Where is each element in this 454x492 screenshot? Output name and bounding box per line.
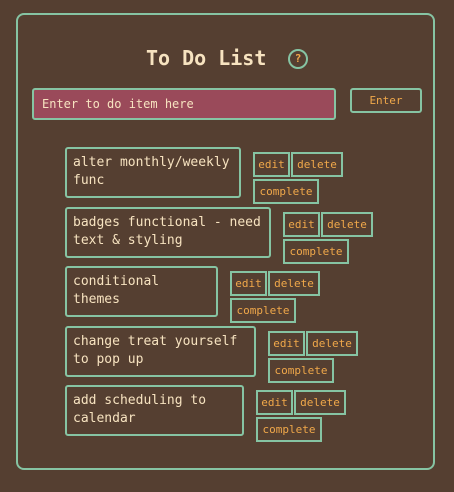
delete-button[interactable]: delete <box>268 271 320 296</box>
enter-button[interactable]: Enter <box>350 88 422 113</box>
todo-item-text: alter monthly/weekly func <box>65 147 241 198</box>
delete-button[interactable]: delete <box>321 212 373 237</box>
help-icon[interactable]: ? <box>288 49 309 69</box>
complete-button[interactable]: complete <box>256 417 322 442</box>
complete-button[interactable]: complete <box>283 239 349 264</box>
complete-button[interactable]: complete <box>268 358 334 383</box>
todo-input[interactable] <box>32 88 336 120</box>
edit-button[interactable]: edit <box>256 390 293 415</box>
edit-button[interactable]: edit <box>253 152 290 177</box>
delete-button[interactable]: delete <box>294 390 346 415</box>
title-row: To Do List ? <box>0 46 454 70</box>
page-title: To Do List <box>145 46 267 70</box>
edit-button[interactable]: edit <box>283 212 320 237</box>
delete-button[interactable]: delete <box>291 152 343 177</box>
todo-item-text: change treat yourself to pop up <box>65 326 256 377</box>
todo-item-text: badges functional - need text & styling <box>65 207 271 258</box>
complete-button[interactable]: complete <box>230 298 296 323</box>
todo-item-text: conditional themes <box>65 266 218 317</box>
todo-item-text: add scheduling to calendar <box>65 385 244 436</box>
complete-button[interactable]: complete <box>253 179 319 204</box>
delete-button[interactable]: delete <box>306 331 358 356</box>
edit-button[interactable]: edit <box>268 331 305 356</box>
edit-button[interactable]: edit <box>230 271 267 296</box>
